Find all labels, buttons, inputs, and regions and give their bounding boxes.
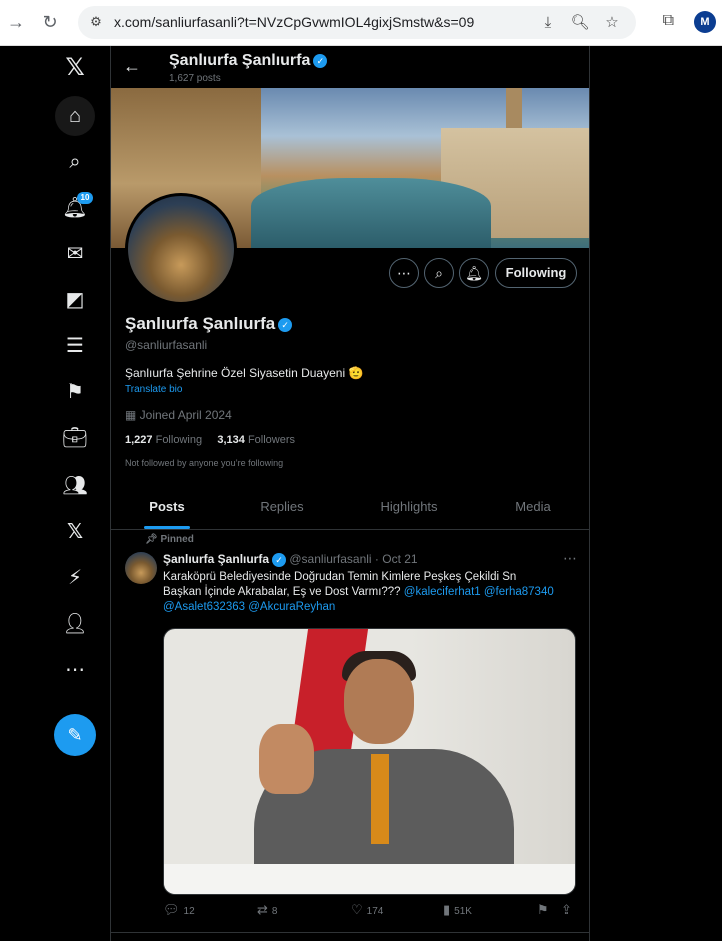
notifications-icon[interactable]: 🔔︎ 10 <box>55 188 95 228</box>
bookmark-icon: ⚑ <box>537 902 549 917</box>
translate-bio-link[interactable]: Translate bio <box>125 384 182 395</box>
profile-tabs: Posts Replies Highlights Media <box>111 486 589 530</box>
url-text[interactable]: x.com/sanliurfasanli?t=NVzCpGvwmIOL4gixj… <box>114 14 474 30</box>
mention-link[interactable]: @ferha87340 <box>484 586 554 598</box>
profile-handle: @sanliurfasanli <box>125 338 208 352</box>
search-profile-button[interactable]: ⌕ <box>424 258 454 288</box>
tweet-handle-time[interactable]: @sanliurfasanli · Oct 21 <box>289 552 417 566</box>
tab-highlights[interactable]: Highlights <box>347 486 471 530</box>
tweet-image[interactable] <box>163 628 576 895</box>
bookmarks-icon[interactable]: ⚑ <box>55 372 95 412</box>
following-link[interactable]: 1,227 Following <box>125 434 202 446</box>
image-desk <box>164 864 575 894</box>
profile-header-bar: ← Şanlıurfa Şanlıurfa ✓ 1,627 posts <box>111 46 589 88</box>
image-head <box>344 659 414 744</box>
reply-icon: 💬︎ <box>163 902 180 917</box>
pinned-tweet[interactable]: 📌︎ Pinned Şanlıurfa Şanlıurfa ✓ @sanliurf… <box>111 530 589 930</box>
joined-date: ▦ Joined April 2024 <box>125 408 232 422</box>
reply-button[interactable]: 💬︎ 12 <box>163 902 195 918</box>
image-tie <box>371 754 389 844</box>
not-followed-note: Not followed by anyone you’re following <box>125 458 284 468</box>
profile-column: ← Şanlıurfa Şanlıurfa ✓ 1,627 posts ⋯ ⌕ 🔔… <box>110 46 590 941</box>
profile-icon[interactable]: 👤︎ <box>55 604 95 644</box>
grok-icon[interactable]: ◩ <box>55 280 95 320</box>
verified-orgs-icon[interactable]: ⚡︎ <box>55 558 95 598</box>
repost-icon: ⇄ <box>257 902 268 917</box>
banner-pool <box>251 178 491 248</box>
communities-icon[interactable]: 👥︎ <box>55 466 95 506</box>
zoom-icon[interactable]: 🔍︎ <box>570 13 590 33</box>
tab-replies[interactable]: Replies <box>223 486 341 530</box>
sidebar-nav: 𝕏 ⌂ ⌕ 🔔︎ 10 ✉ ◩ ☰ ⚑ 💼︎ 👥︎ 𝕏 ⚡︎ 👤︎ ⋯ ✎ <box>0 46 110 941</box>
verified-badge-icon: ✓ <box>272 552 287 567</box>
profile-avatar[interactable] <box>125 193 237 305</box>
analytics-icon: ▮ <box>443 902 451 917</box>
active-tab-indicator <box>144 526 190 529</box>
verified-badge-icon: ✓ <box>313 53 328 68</box>
views-button[interactable]: ▮ 51K <box>443 902 472 918</box>
back-arrow-icon[interactable]: → <box>6 12 26 32</box>
back-arrow-icon[interactable]: ← <box>123 56 141 77</box>
subscribe-notifications-button[interactable]: 🔔︎ <box>459 258 489 288</box>
install-icon[interactable]: ⤓ <box>538 13 558 33</box>
followers-link[interactable]: 3,134 Followers <box>217 434 295 446</box>
share-button[interactable]: ⇪ <box>561 902 576 918</box>
repost-button[interactable]: ⇄ 8 <box>257 902 277 918</box>
messages-icon[interactable]: ✉ <box>55 234 95 274</box>
calendar-icon: ▦ <box>125 408 140 422</box>
pinned-label: 📌︎ Pinned <box>145 534 194 545</box>
tweet-author[interactable]: Şanlıurfa Şanlıurfa <box>163 552 269 566</box>
tweet-text: Karaköprü Belediyesinde Doğrudan Temin K… <box>163 571 554 613</box>
compose-post-button[interactable]: ✎ <box>54 714 96 756</box>
header-name: Şanlıurfa Şanlıurfa ✓ <box>169 52 328 70</box>
notification-badge: 10 <box>77 192 93 204</box>
refresh-icon[interactable]: ↻ <box>40 12 60 32</box>
follow-stats: 1,227 Following 3,134 Followers <box>125 434 295 446</box>
mention-link[interactable]: @Asalet632363 <box>163 601 245 613</box>
tweet-actions: 💬︎ 12 ⇄ 8 ♡ 174 ▮ 51K ⚑ ⇪ <box>163 902 579 920</box>
more-icon[interactable]: ⋯ <box>55 650 95 690</box>
mention-link[interactable]: @kaleciferhat1 <box>404 586 481 598</box>
like-button[interactable]: ♡ 174 <box>351 902 383 918</box>
heart-icon: ♡ <box>351 902 363 917</box>
divider <box>111 932 589 933</box>
tweet-avatar[interactable] <box>125 552 157 584</box>
site-settings-icon[interactable]: ⚙ <box>88 14 104 30</box>
more-options-button[interactable]: ⋯ <box>389 258 419 288</box>
image-hand <box>259 724 314 794</box>
tweet-more-icon[interactable]: ⋯ <box>563 550 577 567</box>
share-icon: ⇪ <box>561 902 572 917</box>
profile-bio: Şanlıurfa Şehrine Özel Siyasetin Duayeni… <box>125 366 364 380</box>
browser-toolbar: → ↻ ⚙ x.com/sanliurfasanli?t=NVzCpGvwmIO… <box>0 0 722 46</box>
tweet-header: Şanlıurfa Şanlıurfa ✓ @sanliurfasanli · O… <box>163 552 418 567</box>
search-icon[interactable]: ⌕ <box>55 142 95 182</box>
home-icon[interactable]: ⌂ <box>55 96 95 136</box>
bookmark-button[interactable]: ⚑ <box>537 902 553 918</box>
x-logo-icon[interactable]: 𝕏 <box>55 48 95 88</box>
address-bar[interactable]: ⚙ x.com/sanliurfasanli?t=NVzCpGvwmIOL4gi… <box>78 6 636 39</box>
lists-icon[interactable]: ☰ <box>55 326 95 366</box>
verified-badge-icon: ✓ <box>278 317 293 332</box>
extensions-icon[interactable]: ⧉ <box>663 12 674 30</box>
pin-icon: 📌︎ <box>145 534 161 545</box>
profile-name: Şanlıurfa Şanlıurfa ✓ <box>125 314 293 334</box>
star-icon[interactable]: ☆ <box>602 13 622 33</box>
tab-posts[interactable]: Posts <box>111 486 223 530</box>
following-button[interactable]: Following <box>495 258 577 288</box>
jobs-icon[interactable]: 💼︎ <box>55 418 95 458</box>
browser-profile-avatar[interactable]: M <box>694 11 716 33</box>
posts-count: 1,627 posts <box>169 73 221 84</box>
premium-icon[interactable]: 𝕏 <box>55 512 95 552</box>
mention-link[interactable]: @AkcuraReyhan <box>248 601 335 613</box>
tab-media[interactable]: Media <box>477 486 589 530</box>
